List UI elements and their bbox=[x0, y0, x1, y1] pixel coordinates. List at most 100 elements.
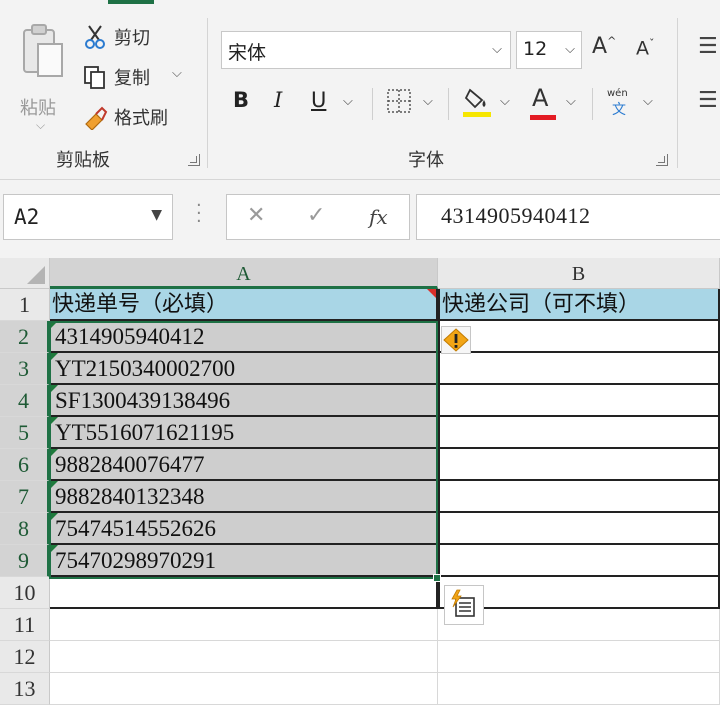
cell-b8[interactable] bbox=[438, 513, 720, 545]
formula-value: 4314905940412 bbox=[441, 203, 591, 228]
clipboard-dialog-launcher-icon[interactable] bbox=[188, 154, 200, 166]
row-header-10[interactable]: 10 bbox=[0, 577, 50, 609]
error-indicator-icon bbox=[50, 385, 58, 393]
font-name-value: 宋体 bbox=[228, 42, 267, 64]
formula-bar-resize-handle-icon[interactable]: · · · bbox=[196, 197, 202, 231]
cell-b13[interactable] bbox=[438, 673, 720, 705]
quick-analysis-button[interactable] bbox=[444, 585, 484, 625]
clipboard-icon bbox=[23, 24, 63, 77]
cell-a12[interactable] bbox=[50, 641, 438, 673]
cell-text: 9882840076477 bbox=[55, 452, 205, 477]
chevron-down-icon[interactable]: ⌵ bbox=[36, 118, 45, 133]
warning-icon bbox=[443, 328, 469, 352]
column-header-b[interactable]: B bbox=[438, 258, 720, 289]
bold-button[interactable]: B bbox=[233, 88, 249, 112]
row-header-5[interactable]: 5 bbox=[0, 417, 50, 449]
underline-chevron-icon[interactable]: ⌵ bbox=[343, 94, 353, 109]
row-header-2[interactable]: 2 bbox=[0, 321, 50, 353]
row-header-12[interactable]: 12 bbox=[0, 641, 50, 673]
align-top-icon[interactable]: ☰ bbox=[698, 34, 718, 59]
error-indicator-icon bbox=[50, 417, 58, 425]
phonetic-guide-button[interactable]: wén 文 bbox=[606, 88, 634, 118]
name-box[interactable]: A2 ▼ bbox=[3, 194, 173, 240]
cell-a9[interactable]: 75470298970291 bbox=[50, 545, 438, 577]
cell-a2[interactable]: 4314905940412 bbox=[50, 321, 438, 353]
font-color-chevron-icon[interactable]: ⌵ bbox=[566, 94, 576, 109]
fill-handle[interactable] bbox=[433, 574, 441, 582]
cut-button[interactable]: 剪切 bbox=[82, 22, 150, 52]
cell-a11[interactable] bbox=[50, 609, 438, 641]
fill-color-icon[interactable] bbox=[462, 86, 492, 122]
cell-a10[interactable] bbox=[50, 577, 438, 609]
insert-function-icon[interactable]: fx bbox=[369, 205, 388, 229]
copy-button[interactable]: 复制 bbox=[82, 62, 150, 92]
error-indicator-icon bbox=[50, 321, 58, 329]
cell-a8[interactable]: 75474514552626 bbox=[50, 513, 438, 545]
copy-icon bbox=[82, 64, 108, 90]
cell-text: 75470298970291 bbox=[55, 548, 216, 573]
cell-a7[interactable]: 9882840132348 bbox=[50, 481, 438, 513]
phonetic-pinyin: wén bbox=[607, 88, 628, 99]
cell-b9[interactable] bbox=[438, 545, 720, 577]
format-painter-button[interactable]: 格式刷 bbox=[82, 102, 168, 132]
decrease-font-size-icon[interactable]: Aˇ bbox=[636, 37, 655, 59]
fill-color-chevron-icon[interactable]: ⌵ bbox=[500, 94, 510, 109]
font-name-combobox[interactable]: 宋体 ⌵ bbox=[221, 31, 511, 69]
error-indicator-icon bbox=[50, 449, 58, 457]
comment-indicator-icon bbox=[427, 289, 436, 298]
row-header-4[interactable]: 4 bbox=[0, 385, 50, 417]
cell-a6[interactable]: 9882840076477 bbox=[50, 449, 438, 481]
row-header-13[interactable]: 13 bbox=[0, 673, 50, 705]
cell-b7[interactable] bbox=[438, 481, 720, 513]
font-size-value: 12 bbox=[523, 38, 548, 60]
font-size-combobox[interactable]: 12 ⌵ bbox=[516, 31, 582, 69]
chevron-down-icon[interactable]: ⌵ bbox=[492, 42, 502, 57]
cell-a3[interactable]: YT2150340002700 bbox=[50, 353, 438, 385]
italic-button[interactable]: I bbox=[274, 88, 282, 112]
cell-b2[interactable] bbox=[438, 321, 720, 353]
chevron-down-icon[interactable]: ▼ bbox=[151, 207, 162, 223]
row-header-6[interactable]: 6 bbox=[0, 449, 50, 481]
enter-check-icon[interactable]: ✓ bbox=[307, 203, 325, 228]
column-header-a[interactable]: A bbox=[50, 258, 438, 289]
font-group-label: 字体 bbox=[408, 150, 444, 171]
cell-b12[interactable] bbox=[438, 641, 720, 673]
header-cell-b1[interactable]: 快递公司（可不填） bbox=[438, 289, 720, 321]
cell-a13[interactable] bbox=[50, 673, 438, 705]
cell-a5[interactable]: YT5516071621195 bbox=[50, 417, 438, 449]
font-dialog-launcher-icon[interactable] bbox=[656, 154, 668, 166]
cell-text: 快递单号（必填） bbox=[52, 292, 229, 317]
row-header-1[interactable]: 1 bbox=[0, 289, 50, 321]
cell-b6[interactable] bbox=[438, 449, 720, 481]
error-check-button[interactable] bbox=[441, 326, 471, 354]
align-left-icon[interactable]: ☰ bbox=[698, 88, 718, 113]
cell-a4[interactable]: SF1300439138496 bbox=[50, 385, 438, 417]
row-header-11[interactable]: 11 bbox=[0, 609, 50, 641]
group-separator bbox=[677, 18, 678, 168]
row-header-3[interactable]: 3 bbox=[0, 353, 50, 385]
formula-input[interactable]: 4314905940412 bbox=[416, 194, 720, 240]
cell-b4[interactable] bbox=[438, 385, 720, 417]
quick-analysis-icon bbox=[451, 589, 475, 617]
select-all-corner[interactable] bbox=[0, 258, 50, 289]
row-header-9[interactable]: 9 bbox=[0, 545, 50, 577]
increase-font-size-icon[interactable]: A^ bbox=[592, 34, 616, 59]
borders-icon[interactable] bbox=[386, 88, 412, 118]
cell-b5[interactable] bbox=[438, 417, 720, 449]
format-painter-icon bbox=[82, 104, 108, 131]
chevron-down-icon[interactable]: ⌵ bbox=[565, 42, 575, 57]
row-header-8[interactable]: 8 bbox=[0, 513, 50, 545]
paste-label: 粘贴 bbox=[20, 98, 56, 119]
header-cell-a1[interactable]: 快递单号（必填） bbox=[50, 289, 438, 321]
paste-button[interactable]: 粘贴 ⌵ bbox=[14, 18, 74, 132]
cell-b3[interactable] bbox=[438, 353, 720, 385]
copy-dropdown-chevron-icon[interactable]: ⌵ bbox=[172, 66, 182, 81]
cancel-icon[interactable]: ✕ bbox=[247, 203, 265, 228]
phonetic-chevron-icon[interactable]: ⌵ bbox=[643, 94, 653, 109]
formula-tools: ✕ ✓ fx bbox=[226, 194, 410, 240]
borders-chevron-icon[interactable]: ⌵ bbox=[423, 94, 433, 109]
row-header-7[interactable]: 7 bbox=[0, 481, 50, 513]
cell-text: 75474514552626 bbox=[55, 516, 216, 541]
worksheet-grid[interactable]: A B 1 快递单号（必填） 快递公司（可不填） 2 4314905940412 3 YT215… bbox=[0, 258, 720, 715]
underline-button[interactable]: U bbox=[311, 88, 326, 112]
